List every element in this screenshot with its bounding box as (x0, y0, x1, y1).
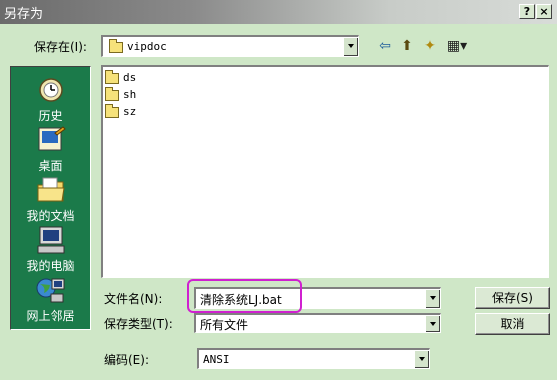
network-icon (35, 275, 67, 305)
chevron-down-icon[interactable] (425, 289, 440, 308)
file-list[interactable]: ds sh sz (101, 65, 549, 278)
desktop-icon (35, 125, 67, 155)
help-button[interactable]: ? (519, 4, 535, 19)
encoding-value: ANSI (203, 353, 230, 366)
close-button[interactable]: × (536, 4, 552, 19)
save-as-dialog: 另存为 ? × 保存在(I): vipdoc ⇦ ⬆ ✦ ▦▾ 历史 桌面 我的… (0, 0, 557, 380)
place-network-label: 网上邻居 (26, 309, 75, 323)
chevron-down-icon[interactable] (343, 37, 358, 56)
place-desktop-label: 桌面 (38, 159, 63, 173)
place-desktop[interactable]: 桌面 (11, 125, 90, 174)
save-in-dropdown[interactable]: vipdoc (101, 35, 359, 57)
history-icon (35, 75, 67, 105)
back-icon[interactable]: ⇦ (376, 38, 394, 54)
view-menu-icon[interactable]: ▦▾ (444, 38, 470, 54)
window-title: 另存为 (4, 7, 44, 22)
filetype-label: 保存类型(T): (104, 317, 173, 331)
place-my-computer-label: 我的电脑 (26, 259, 75, 273)
up-folder-icon[interactable]: ⬆ (398, 38, 416, 54)
place-network[interactable]: 网上邻居 (11, 275, 90, 324)
folder-icon (105, 103, 119, 118)
place-history[interactable]: 历史 (11, 75, 90, 124)
new-folder-icon[interactable]: ✦ (421, 38, 439, 54)
place-my-documents[interactable]: 我的文档 (11, 175, 90, 224)
folder-icon (109, 38, 123, 53)
my-computer-icon (35, 225, 67, 255)
folder-icon (105, 86, 119, 101)
place-my-documents-label: 我的文档 (26, 209, 75, 223)
file-name: sh (123, 88, 137, 101)
places-bar: 历史 桌面 我的文档 我的电脑 网上邻居 (10, 66, 91, 330)
filename-label: 文件名(N): (104, 292, 163, 306)
place-history-label: 历史 (38, 109, 63, 123)
place-my-computer[interactable]: 我的电脑 (11, 225, 90, 274)
my-documents-icon (35, 175, 67, 205)
save-in-value: vipdoc (127, 40, 167, 53)
title-bar[interactable]: 另存为 ? × (0, 0, 557, 24)
list-item[interactable]: ds (105, 69, 137, 87)
filetype-value: 所有文件 (200, 318, 249, 332)
cancel-button[interactable]: 取消 (475, 313, 550, 335)
file-name: sz (123, 105, 137, 118)
list-item[interactable]: sz (105, 103, 137, 121)
encoding-label: 编码(E): (104, 353, 149, 367)
file-name: ds (123, 71, 137, 84)
folder-icon (105, 69, 119, 84)
list-item[interactable]: sh (105, 86, 137, 104)
save-in-label: 保存在(I): (34, 40, 87, 54)
filetype-dropdown[interactable]: 所有文件 (194, 313, 441, 333)
chevron-down-icon[interactable] (414, 350, 429, 368)
filename-highlight-annotation (187, 279, 302, 313)
chevron-down-icon[interactable] (425, 315, 440, 332)
save-button[interactable]: 保存(S) (475, 287, 550, 309)
encoding-dropdown[interactable]: ANSI (197, 348, 430, 369)
